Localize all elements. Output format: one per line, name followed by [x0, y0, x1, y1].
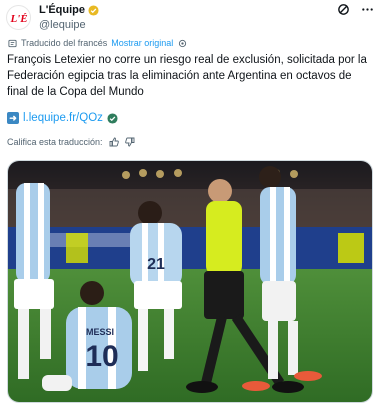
translation-notice: Traducido del francés Mostrar original [7, 38, 187, 48]
tweet-actions [336, 2, 374, 16]
svg-text:L'É: L'É [9, 13, 27, 25]
arrow-right-icon: ➜ [7, 112, 19, 124]
rate-translation: Califica esta traducción: [7, 137, 135, 147]
tweet-header: L'É L'Équipe @lequipe [6, 2, 374, 36]
lequipe-logo-icon: L'É [9, 13, 27, 25]
more-options-icon[interactable] [360, 2, 374, 16]
grok-icon[interactable] [336, 2, 350, 16]
verified-badge-icon [88, 4, 99, 16]
settings-icon[interactable] [177, 38, 187, 48]
translation-label: Traducido del francés [21, 38, 108, 48]
thumbs-down-icon[interactable] [124, 137, 135, 147]
tweet-link[interactable]: l.lequipe.fr/QOz [23, 112, 103, 124]
account-handle[interactable]: @lequipe [39, 18, 99, 32]
svg-text:10: 10 [85, 340, 118, 373]
account-names: L'Équipe @lequipe [39, 3, 99, 32]
svg-text:21: 21 [147, 256, 165, 273]
tweet-link-line: ➜ l.lequipe.fr/QOz [7, 112, 118, 124]
show-original-link[interactable]: Mostrar original [111, 38, 173, 48]
check-circle-icon [107, 112, 118, 124]
translate-icon [7, 38, 17, 48]
tweet-text: François Letexier no corre un riesgo rea… [7, 54, 367, 98]
football-match-photo: 21 MESSI 10 [8, 161, 372, 402]
rate-translation-label: Califica esta traducción: [7, 137, 103, 147]
account-display-name[interactable]: L'Équipe [39, 3, 99, 17]
tweet-photo[interactable]: 21 MESSI 10 [7, 160, 373, 403]
thumbs-up-icon[interactable] [109, 137, 119, 147]
account-avatar[interactable]: L'É [6, 5, 31, 30]
svg-text:MESSI: MESSI [86, 327, 114, 337]
